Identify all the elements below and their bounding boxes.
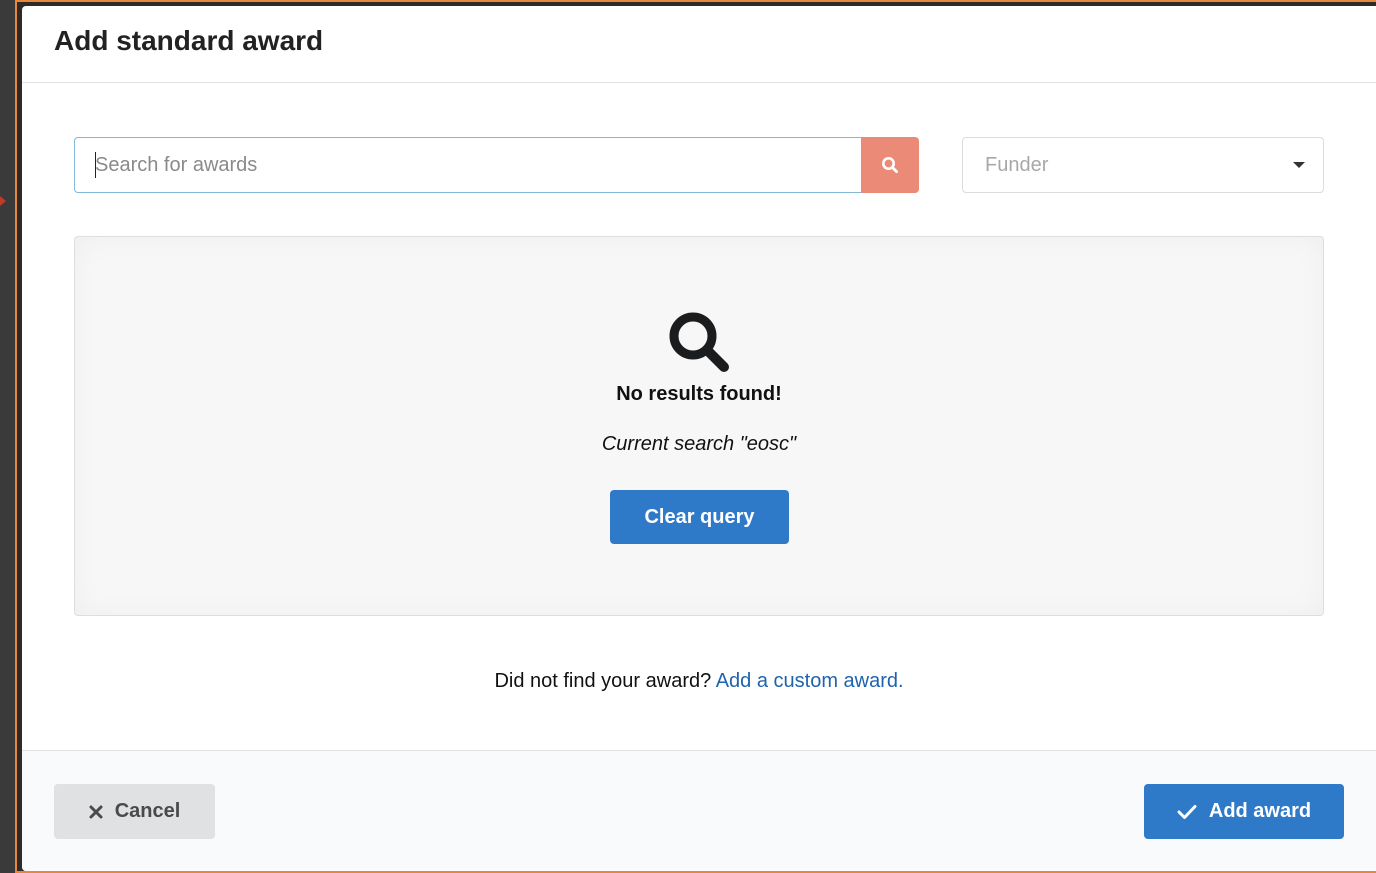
custom-award-question: Did not find your award? <box>494 670 712 692</box>
funder-dropdown[interactable]: Funder <box>962 137 1324 193</box>
search-icon <box>881 156 899 174</box>
page-backdrop <box>0 0 16 873</box>
modal-title: Add standard award <box>54 25 324 56</box>
pointer-arrow-icon <box>0 196 6 206</box>
search-icon <box>666 309 732 375</box>
text-cursor <box>95 152 96 178</box>
add-custom-award-link[interactable]: Add a custom award. <box>716 670 904 692</box>
results-placeholder-panel: No results found! Current search "eosc" … <box>74 236 1324 616</box>
close-icon <box>89 805 103 819</box>
search-input[interactable] <box>74 137 861 193</box>
current-search-text: Current search "eosc" <box>601 433 797 455</box>
no-results-heading: No results found! <box>616 383 782 405</box>
custom-award-prompt: Did not find your award? Add a custom aw… <box>22 670 1376 693</box>
modal-header: Add standard award <box>22 6 1376 83</box>
clear-query-button[interactable]: Clear query <box>610 490 789 544</box>
funder-placeholder: Funder <box>985 153 1049 176</box>
dropdown-caret-icon <box>1293 162 1305 168</box>
cancel-label: Cancel <box>114 800 181 822</box>
add-award-label: Add award <box>1208 800 1312 822</box>
modal-footer: Cancel Add award <box>22 750 1376 871</box>
checkmark-icon <box>1177 804 1197 820</box>
add-award-modal: Add standard award Funder No results fou… <box>22 6 1376 871</box>
cancel-button[interactable]: Cancel <box>54 784 215 839</box>
search-row: Funder <box>74 137 1324 193</box>
search-button[interactable] <box>861 137 919 193</box>
add-award-button[interactable]: Add award <box>1144 784 1344 839</box>
